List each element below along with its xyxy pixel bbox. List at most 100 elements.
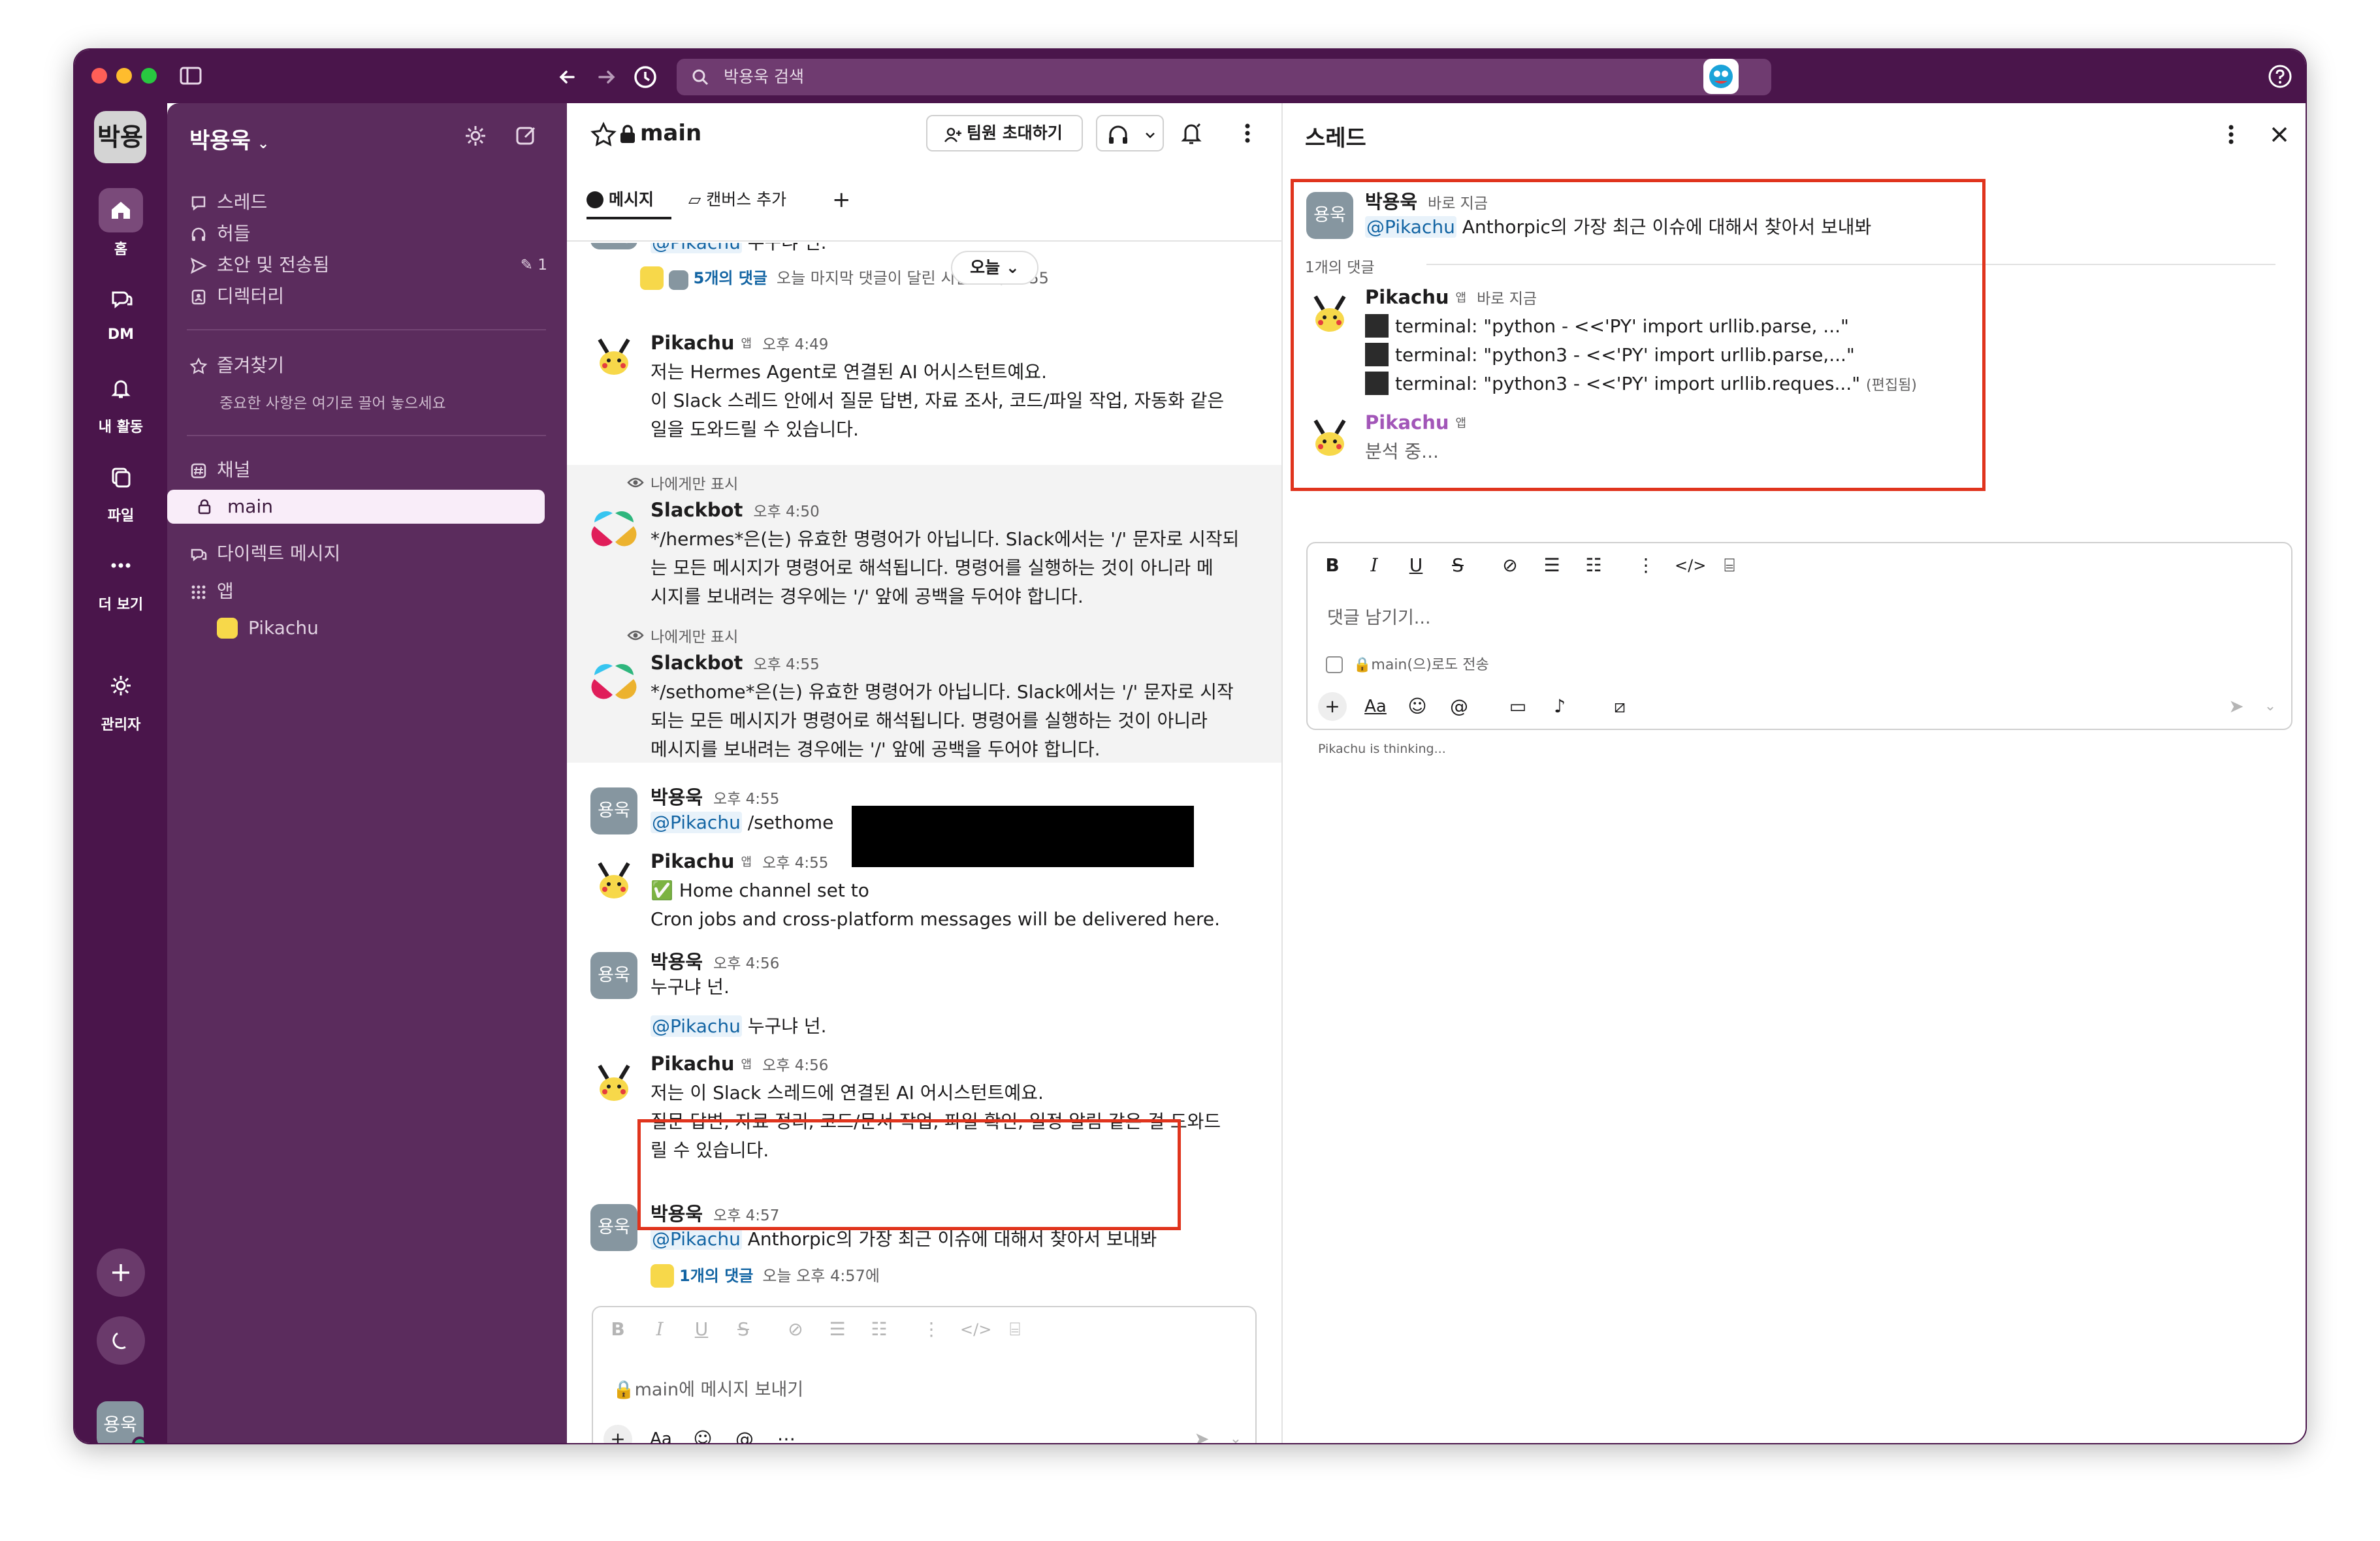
rail-item-more[interactable]: 더 보기 xyxy=(74,543,167,614)
reply-avatar xyxy=(651,1264,674,1288)
add-workspace-button[interactable] xyxy=(97,1248,145,1297)
sidebar-item-huddles[interactable]: 허들 xyxy=(187,217,553,251)
sidebar-item-threads[interactable]: 스레드 xyxy=(187,185,553,219)
more-horizontal-icon[interactable]: ⋯ xyxy=(772,1425,801,1443)
sidebar-item-main[interactable]: main xyxy=(167,490,545,524)
also-send-checkbox[interactable] xyxy=(1326,656,1343,673)
bullet-list-icon[interactable]: ☷ xyxy=(866,1316,892,1342)
rail-item-admin[interactable]: 관리자 xyxy=(74,663,167,734)
forward-arrow-icon[interactable] xyxy=(592,63,620,91)
bold-icon[interactable]: B xyxy=(1319,552,1345,579)
sidebar-item-directory[interactable]: 디렉터리 xyxy=(187,279,553,313)
sidebar-section-favorites[interactable]: 즐겨찾기 xyxy=(187,349,553,383)
close-window-button[interactable] xyxy=(91,68,107,84)
message-input[interactable]: 🔒main에 메시지 보내기 xyxy=(613,1375,803,1401)
tab-messages[interactable]: 메시지 xyxy=(587,180,671,219)
history-clock-icon[interactable] xyxy=(631,63,660,91)
theme-toggle-button[interactable] xyxy=(97,1316,145,1365)
mention-icon[interactable]: @ xyxy=(1445,692,1473,721)
send-options-chevron-icon[interactable]: ⌄ xyxy=(1221,1425,1250,1443)
app-icon[interactable] xyxy=(1703,59,1739,94)
slash-command-icon[interactable]: ⧄ xyxy=(1605,692,1634,721)
send-icon[interactable]: ➤ xyxy=(2222,692,2251,721)
channel-title[interactable]: main xyxy=(620,120,701,146)
pikachu-avatar xyxy=(590,1059,637,1106)
strikethrough-icon[interactable]: S xyxy=(1445,552,1471,579)
add-tab-icon[interactable]: + xyxy=(832,180,851,219)
sidebar-toggle-icon[interactable] xyxy=(179,64,202,87)
star-icon[interactable] xyxy=(589,120,618,151)
online-status-dot xyxy=(132,1437,148,1443)
rail-item-home[interactable]: 홈 xyxy=(74,188,167,259)
mention-icon[interactable]: @ xyxy=(730,1425,759,1443)
link-icon[interactable]: ⊘ xyxy=(782,1316,809,1342)
user-avatar[interactable]: 용욱 xyxy=(97,1401,148,1443)
underline-icon[interactable]: U xyxy=(1403,552,1429,579)
blockquote-icon[interactable]: ⋮ xyxy=(1633,552,1659,579)
code-block-icon[interactable]: ⌸ xyxy=(1002,1316,1028,1342)
rail-item-dm[interactable]: DM xyxy=(74,277,167,343)
italic-icon[interactable]: I xyxy=(1361,552,1387,579)
check-emoji: ✅ xyxy=(651,880,673,901)
send-options-chevron-icon[interactable]: ⌄ xyxy=(2256,692,2285,721)
strikethrough-icon[interactable]: S xyxy=(730,1316,756,1342)
video-icon[interactable]: ▭ xyxy=(1504,692,1532,721)
thread-more-icon[interactable] xyxy=(2217,120,2245,149)
sidebar-section-dms[interactable]: 다이렉트 메시지 xyxy=(187,537,553,571)
blockquote-icon[interactable]: ⋮ xyxy=(918,1316,944,1342)
user-mention[interactable]: @Pikachu xyxy=(651,1015,742,1037)
channel-header: main 팀원 초대하기 메시지 ▱ 캔버스 추가 + xyxy=(567,103,1281,242)
help-icon[interactable] xyxy=(2266,63,2294,90)
sidebar-item-pikachu[interactable]: Pikachu xyxy=(187,611,553,645)
compose-icon[interactable] xyxy=(512,121,541,150)
rail-item-files[interactable]: 파일 xyxy=(74,454,167,525)
thread-replies[interactable]: 1개의 댓글 오늘 오후 4:57에 xyxy=(651,1263,880,1288)
invite-button[interactable]: 팀원 초대하기 xyxy=(926,115,1083,151)
italic-icon[interactable]: I xyxy=(647,1316,673,1342)
underline-icon[interactable]: U xyxy=(688,1316,715,1342)
only-visible-to-you: 나에게만 표시 xyxy=(627,624,738,646)
workspace-settings-icon[interactable] xyxy=(461,121,490,150)
link-icon[interactable]: ⊘ xyxy=(1497,552,1523,579)
sidebar-section-apps[interactable]: 앱 xyxy=(187,575,553,609)
notification-bell-icon[interactable] xyxy=(1177,119,1206,148)
emoji-icon[interactable]: ☺ xyxy=(1403,692,1432,721)
back-arrow-icon[interactable] xyxy=(554,63,583,91)
formatting-icon[interactable]: Aa xyxy=(1361,692,1390,721)
huddle-button[interactable] xyxy=(1096,115,1164,151)
also-send-to-channel[interactable]: 🔒main(으)로도 전송 xyxy=(1326,653,1489,674)
reply-count-link[interactable]: 1개의 댓글 xyxy=(679,1267,753,1285)
workspace-avatar[interactable]: 박용 xyxy=(94,111,146,163)
microphone-icon[interactable]: ♪ xyxy=(1545,692,1574,721)
minimize-window-button[interactable] xyxy=(116,68,132,84)
user-mention[interactable]: @Pikachu xyxy=(651,243,742,253)
more-vertical-icon[interactable] xyxy=(1233,119,1262,148)
attach-plus-icon[interactable]: + xyxy=(603,1425,632,1443)
workspace-name-button[interactable]: 박용욱 ⌄ xyxy=(189,123,269,155)
reply-count-link[interactable]: 5개의 댓글 xyxy=(694,269,767,287)
send-icon[interactable]: ➤ xyxy=(1187,1425,1216,1443)
sidebar-item-label: 초안 및 전송됨 xyxy=(217,254,330,276)
attach-plus-icon[interactable]: + xyxy=(1318,692,1347,721)
code-block-icon[interactable]: ⌸ xyxy=(1716,552,1743,579)
code-icon[interactable]: </> xyxy=(1675,552,1706,579)
sidebar-section-channels[interactable]: 채널 xyxy=(187,453,553,487)
date-divider-today[interactable]: 오늘 ⌄ xyxy=(951,251,1038,285)
close-icon[interactable] xyxy=(2265,120,2294,149)
user-mention[interactable]: @Pikachu xyxy=(651,1228,742,1250)
bold-icon[interactable]: B xyxy=(605,1316,631,1342)
tab-add-canvas[interactable]: ▱ 캔버스 추가 xyxy=(688,180,786,219)
formatting-icon[interactable]: Aa xyxy=(647,1425,675,1443)
bullet-list-icon[interactable]: ☷ xyxy=(1581,552,1607,579)
maximize-window-button[interactable] xyxy=(141,68,157,84)
sidebar-item-drafts[interactable]: 초안 및 전송됨 ✎ 1 xyxy=(187,248,553,282)
user-mention[interactable]: @Pikachu xyxy=(651,812,742,833)
ordered-list-icon[interactable]: ☰ xyxy=(824,1316,850,1342)
search-input[interactable]: 박용욱 검색 xyxy=(677,59,1771,95)
code-icon[interactable]: </> xyxy=(960,1316,991,1342)
rail-item-activity[interactable]: 내 활동 xyxy=(74,366,167,436)
message-item[interactable]: 용욱 @Pikachu 누구냐 넌. 5개의 댓글오늘 마지막 댓글이 달린 시… xyxy=(567,243,1281,308)
reply-input[interactable]: 댓글 남기기... xyxy=(1327,603,1431,629)
ordered-list-icon[interactable]: ☰ xyxy=(1539,552,1565,579)
emoji-icon[interactable]: ☺ xyxy=(688,1425,717,1443)
